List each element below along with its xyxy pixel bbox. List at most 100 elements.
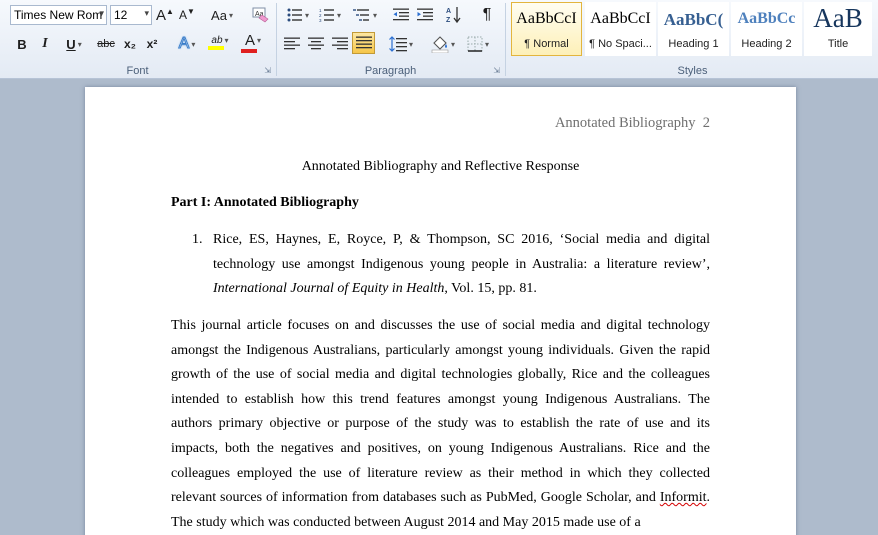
reference-text-end: , Vol. 15, pp. 81. [444, 281, 537, 296]
align-right-button[interactable] [329, 33, 351, 55]
paragraph-group: ▾ 1 2 3 ▾ ▾ A Z ¶ ▾ ▾ ▾ Paragraph ⇲ [277, 0, 504, 79]
text-highlight-button[interactable]: ab ▾ [205, 31, 235, 53]
clear-formatting-button[interactable]: Aa [249, 4, 271, 26]
document-title: Annotated Bibliography and Reflective Re… [301, 159, 580, 174]
italic-icon: I [42, 36, 48, 51]
underline-icon: U [66, 36, 76, 52]
superscript-button[interactable]: x² [142, 33, 162, 55]
text-effects-button[interactable]: A ▾ [172, 33, 202, 55]
shrink-font-icon: A [179, 8, 188, 22]
spelling-error-word[interactable]: Informit [660, 490, 707, 505]
bold-button[interactable]: B [12, 33, 32, 55]
shrink-font-button[interactable]: A ▼ [177, 4, 197, 26]
line-spacing-button[interactable]: ▾ [385, 33, 417, 55]
style-no-spacing[interactable]: AaBbCcI ¶ No Spaci... [585, 2, 656, 56]
numbering-button[interactable]: 1 2 3 ▾ [315, 4, 345, 26]
section-heading: Part I: Annotated Bibliography [171, 195, 359, 210]
text-effects-icon: A [178, 35, 190, 53]
style-title-name: Title [827, 38, 849, 50]
style-heading-2[interactable]: AaBbCc Heading 2 [731, 2, 802, 56]
reference-entry: Rice, ES, Haynes, E, Royce, P, & Thompso… [213, 228, 710, 302]
numbered-list-icon: 1 2 3 [319, 8, 334, 22]
increase-indent-button[interactable] [414, 4, 436, 26]
increase-indent-icon [417, 8, 433, 21]
sort-button[interactable]: A Z [443, 4, 465, 26]
style-normal[interactable]: AaBbCcI ¶ Normal [511, 2, 582, 56]
bullet-list-icon [287, 8, 302, 22]
chevron-down-icon[interactable]: ▾ [99, 8, 104, 19]
font-name-value: Times New Rom [14, 8, 103, 22]
style-title[interactable]: AaB Title [804, 2, 872, 56]
align-left-button[interactable] [281, 33, 303, 55]
styles-group: AaBbCcI ¶ Normal AaBbCcI ¶ No Spaci... A… [507, 0, 878, 79]
highlighter-icon: ab [211, 34, 223, 46]
ribbon: Times New Rom ▾ 12 ▾ A▲ A▼ Aa▾ Aa B I [0, 0, 878, 79]
document-page[interactable]: Annotated Bibliography 2 Annotated Bibli… [85, 87, 796, 535]
style-normal-sample: AaBbCcI [516, 10, 577, 27]
font-color-icon: A [244, 31, 255, 49]
justify-icon [355, 36, 372, 49]
italic-button[interactable]: I [35, 33, 55, 55]
style-title-sample: AaB [813, 3, 863, 33]
font-size-combo[interactable]: 12 ▾ [110, 5, 152, 25]
paragraph-group-label: Paragraph [364, 65, 417, 77]
bullets-button[interactable]: ▾ [283, 4, 313, 26]
change-case-button[interactable]: Aa ▾ [207, 4, 237, 26]
font-size-value: 12 [114, 8, 128, 22]
style-heading-2-sample: AaBbCc [737, 10, 796, 27]
list-number: 1. [192, 232, 203, 247]
svg-text:3: 3 [319, 18, 322, 22]
clear-formatting-icon: Aa [252, 7, 269, 23]
style-heading-2-name: Heading 2 [741, 38, 792, 50]
strikethrough-icon: abc [97, 38, 115, 50]
paint-bucket-icon [431, 36, 449, 53]
running-header: Annotated Bibliography 2 [554, 115, 710, 131]
font-name-combo[interactable]: Times New Rom ▾ [10, 5, 107, 25]
justify-button[interactable] [352, 32, 375, 54]
underline-button[interactable]: U ▾ [58, 33, 90, 55]
style-no-spacing-sample: AaBbCcI [590, 10, 651, 27]
multilevel-list-icon [352, 9, 369, 21]
svg-text:Z: Z [446, 17, 451, 24]
borders-icon [467, 36, 483, 52]
change-case-icon: Aa [211, 7, 227, 23]
font-color-button[interactable]: A ▾ [238, 31, 268, 53]
show-formatting-marks-button[interactable]: ¶ [476, 4, 498, 26]
group-divider [505, 3, 506, 76]
style-heading-1-sample: AaBbC( [663, 10, 724, 29]
grow-font-button[interactable]: A ▲ [155, 4, 175, 26]
subscript-icon: x₂ [123, 37, 136, 51]
line-spacing-icon [389, 36, 407, 52]
align-right-icon [332, 37, 348, 50]
borders-button[interactable]: ▾ [462, 33, 494, 55]
font-dialog-launcher-icon[interactable]: ⇲ [264, 66, 271, 75]
font-color-bar [241, 48, 257, 53]
chevron-down-icon[interactable]: ▾ [144, 8, 149, 19]
grow-font-icon: A [156, 6, 167, 24]
subscript-button[interactable]: x₂ [120, 33, 140, 55]
highlight-color-bar [208, 45, 224, 50]
body-paragraph: This journal article focuses on and disc… [171, 314, 710, 535]
multilevel-list-button[interactable]: ▾ [349, 4, 381, 26]
svg-text:A: A [446, 8, 451, 15]
shading-button[interactable]: ▾ [427, 33, 459, 55]
font-group-label: Font [126, 65, 149, 77]
sort-icon: A Z [446, 7, 461, 24]
strikethrough-button[interactable]: abc [94, 33, 118, 55]
decrease-indent-icon [393, 8, 409, 21]
body-text: This journal article focuses on and disc… [171, 318, 710, 506]
decrease-indent-button[interactable] [390, 4, 412, 26]
align-center-icon [308, 37, 324, 50]
journal-title: International Journal of Equity in Healt… [213, 281, 445, 296]
paragraph-dialog-launcher-icon[interactable]: ⇲ [493, 66, 500, 75]
style-normal-name: ¶ Normal [524, 38, 569, 50]
align-center-button[interactable] [305, 33, 327, 55]
style-heading-1[interactable]: AaBbC( Heading 1 [658, 2, 729, 56]
styles-group-label: Styles [677, 65, 708, 77]
font-group: Times New Rom ▾ 12 ▾ A▲ A▼ Aa▾ Aa B I [0, 0, 275, 79]
bold-icon: B [17, 36, 27, 52]
style-heading-1-name: Heading 1 [668, 38, 719, 50]
reference-text: Rice, ES, Haynes, E, Royce, P, & Thompso… [213, 232, 710, 272]
pilcrow-icon: ¶ [482, 6, 492, 23]
style-no-spacing-name: ¶ No Spaci... [589, 38, 652, 50]
